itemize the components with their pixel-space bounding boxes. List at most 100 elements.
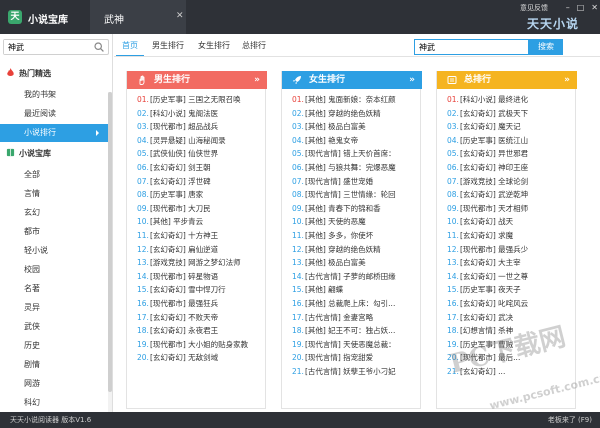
library-item-11[interactable]: 网游 bbox=[0, 375, 108, 393]
ranking-item[interactable]: 19.[现代言情] 天使恶魔总裁： bbox=[292, 338, 420, 352]
ranking-item[interactable]: 01.[其他] 鬼面新娘：奈本红颜 bbox=[292, 93, 420, 107]
ranking-item[interactable]: 16.[现代都市] 最强狂兵 bbox=[137, 297, 265, 311]
ranking-item[interactable]: 08.[现代言情] 三世情缘：轮回 bbox=[292, 188, 420, 202]
book-title: [玄幻奇幻] 十方神王 bbox=[149, 230, 219, 240]
sidebar-item-0[interactable]: 我的书架 bbox=[0, 86, 108, 104]
ranking-item[interactable]: 09.[其他] 青春下的锦和香 bbox=[292, 202, 420, 216]
ranking-item[interactable]: 11.[其他] 多多，你使坏 bbox=[292, 229, 420, 243]
ranking-item[interactable]: 09.[现代都市] 天才相师 bbox=[447, 202, 575, 216]
more-icon[interactable]: » bbox=[409, 71, 415, 89]
ranking-item[interactable]: 10.[玄幻奇幻] 战天 bbox=[447, 215, 575, 229]
book-title: [现代都市] 最强兵少 bbox=[459, 244, 529, 254]
ranking-item[interactable]: 10.[其他] 天使的恶魔 bbox=[292, 215, 420, 229]
ranking-item[interactable]: 11.[玄幻奇幻] 求魔 bbox=[447, 229, 575, 243]
ranking-item[interactable]: 04.[其他] 艳鬼女帝 bbox=[292, 134, 420, 148]
book-title: [其他] 翩蝶 bbox=[304, 285, 344, 295]
ranking-item[interactable]: 09.[现代都市] 大刀民 bbox=[137, 202, 265, 216]
library-item-10[interactable]: 剧情 bbox=[0, 356, 108, 374]
ranking-item[interactable]: 12.[其他] 穿越的绝色妖精 bbox=[292, 243, 420, 257]
library-item-0[interactable]: 全部 bbox=[0, 166, 108, 184]
ranking-item[interactable]: 17.[玄幻奇幻] 不败天帝 bbox=[137, 311, 265, 325]
boss-key-button[interactable]: 老板来了 (F9) bbox=[548, 412, 592, 428]
library-item-9[interactable]: 历史 bbox=[0, 337, 108, 355]
ranking-item[interactable]: 20.[玄幻奇幻] 无敌剑域 bbox=[137, 351, 265, 365]
ranking-item[interactable]: 06.[其他] 与狼共舞：完爆恶魔 bbox=[292, 161, 420, 175]
ranking-item[interactable]: 03.[其他] 极品白富美 bbox=[292, 120, 420, 134]
ranking-item[interactable]: 12.[玄幻奇幻] 扁仙逆道 bbox=[137, 243, 265, 257]
ranking-item[interactable]: 04.[灵异悬疑] 山海秘闻录 bbox=[137, 134, 265, 148]
ranking-item[interactable]: 19.[现代都市] 大小姐的贴身家教 bbox=[137, 338, 265, 352]
ranking-item[interactable]: 08.[玄幻奇幻] 武逆乾坤 bbox=[447, 188, 575, 202]
ranking-item[interactable]: 13.[其他] 极品白富美 bbox=[292, 256, 420, 270]
ranking-item[interactable]: 15.[历史军事] 夜天子 bbox=[447, 283, 575, 297]
hot-group-title: 热门精选 bbox=[6, 68, 51, 79]
ranking-item[interactable]: 17.[古代言情] 金妻宫略 bbox=[292, 311, 420, 325]
close-window-button[interactable]: ✕ bbox=[591, 3, 598, 12]
ranking-item[interactable]: 05.[现代言情] 错上天价首席： bbox=[292, 147, 420, 161]
ranking-item[interactable]: 03.[现代都市] 超品战兵 bbox=[137, 120, 265, 134]
close-tab-icon[interactable]: ✕ bbox=[176, 11, 184, 21]
ranking-item[interactable]: 07.[玄幻奇幻] 浮世碑 bbox=[137, 175, 265, 189]
main-tab-3[interactable]: 总排行 bbox=[242, 40, 266, 51]
book-title: [灵异悬疑] 山海秘闻录 bbox=[149, 135, 226, 145]
ranking-item[interactable]: 13.[玄幻奇幻] 大主宰 bbox=[447, 256, 575, 270]
main-search-input[interactable] bbox=[415, 40, 525, 54]
main-tab-1[interactable]: 男生排行 bbox=[152, 40, 184, 51]
ranking-item[interactable]: 05.[玄幻奇幻] 异世邪君 bbox=[447, 147, 575, 161]
library-item-6[interactable]: 名著 bbox=[0, 280, 108, 298]
ranking-item[interactable]: 06.[玄幻奇幻] 剑王朝 bbox=[137, 161, 265, 175]
sidebar-scrollbar-thumb[interactable] bbox=[108, 92, 112, 392]
search-button[interactable]: 搜索 bbox=[529, 39, 563, 55]
main-tab-2[interactable]: 女生排行 bbox=[198, 40, 230, 51]
ranking-item[interactable]: 18.[其他] 妃王不可：独占妖... bbox=[292, 324, 420, 338]
library-item-2[interactable]: 玄幻 bbox=[0, 204, 108, 222]
ranking-item[interactable]: 01.[历史军事] 三国之无限召唤 bbox=[137, 93, 265, 107]
sidebar-item-2[interactable]: 小说排行 bbox=[0, 124, 108, 142]
more-icon[interactable]: » bbox=[564, 71, 570, 89]
ranking-item[interactable]: 10.[其他] 平步青云 bbox=[137, 215, 265, 229]
ranking-item[interactable]: 02.[玄幻奇幻] 武极天下 bbox=[447, 107, 575, 121]
book-title: [古代言情] 子萝的邮桥田缘 bbox=[304, 271, 396, 281]
library-item-3[interactable]: 都市 bbox=[0, 223, 108, 241]
library-item-5[interactable]: 校园 bbox=[0, 261, 108, 279]
ranking-item[interactable]: 01.[科幻小说] 最终进化 bbox=[447, 93, 575, 107]
ranking-item[interactable]: 12.[现代都市] 最强兵少 bbox=[447, 243, 575, 257]
ranking-item[interactable]: 02.[其他] 穿越的绝色妖精 bbox=[292, 107, 420, 121]
ranking-item[interactable]: 05.[武侠仙侠] 仙侠世界 bbox=[137, 147, 265, 161]
ranking-item[interactable]: 06.[玄幻奇幻] 神印王座 bbox=[447, 161, 575, 175]
library-item-12[interactable]: 科幻 bbox=[0, 394, 108, 412]
search-icon[interactable] bbox=[94, 42, 104, 52]
ranking-item[interactable]: 13.[游戏竞技] 网游之梦幻法师 bbox=[137, 256, 265, 270]
ranking-item[interactable]: 11.[玄幻奇幻] 十方神王 bbox=[137, 229, 265, 243]
ranking-item[interactable]: 20.[现代言情] 指宠甜爱 bbox=[292, 351, 420, 365]
more-icon[interactable]: » bbox=[254, 71, 260, 89]
ranking-item[interactable]: 08.[历史军事] 唐家 bbox=[137, 188, 265, 202]
ranking-item[interactable]: 16.[其他] 总裁爬上床：勾引... bbox=[292, 297, 420, 311]
book-title: [游戏竞技] 全球论剑 bbox=[459, 176, 529, 186]
ranking-item[interactable]: 07.[现代言情] 盛世宠婚 bbox=[292, 175, 420, 189]
library-item-7[interactable]: 灵异 bbox=[0, 299, 108, 317]
library-item-4[interactable]: 轻小说 bbox=[0, 242, 108, 260]
ranking-item[interactable]: 02.[科幻小说] 鬼阁法医 bbox=[137, 107, 265, 121]
ranking-item[interactable]: 14.[古代言情] 子萝的邮桥田缘 bbox=[292, 270, 420, 284]
ranking-item[interactable]: 04.[历史军事] 医统江山 bbox=[447, 134, 575, 148]
sidebar-item-1[interactable]: 最近阅读 bbox=[0, 105, 108, 123]
ranking-item[interactable]: 14.[玄幻奇幻] 一世之尊 bbox=[447, 270, 575, 284]
rank-number: 12. bbox=[447, 244, 459, 254]
ranking-item[interactable]: 16.[玄幻奇幻] 叱咤风云 bbox=[447, 297, 575, 311]
book-tab[interactable]: 武神 ✕ bbox=[90, 0, 186, 34]
ranking-item[interactable]: 14.[现代都市] 碎星物语 bbox=[137, 270, 265, 284]
ranking-item[interactable]: 18.[玄幻奇幻] 永夜君王 bbox=[137, 324, 265, 338]
minimize-button[interactable]: – bbox=[566, 3, 570, 12]
library-item-8[interactable]: 武侠 bbox=[0, 318, 108, 336]
maximize-button[interactable]: □ bbox=[577, 3, 585, 12]
ranking-item[interactable]: 15.[其他] 翩蝶 bbox=[292, 283, 420, 297]
library-item-1[interactable]: 言情 bbox=[0, 185, 108, 203]
ranking-item[interactable]: 03.[玄幻奇幻] 魔天记 bbox=[447, 120, 575, 134]
sidebar-search-input[interactable] bbox=[4, 40, 84, 54]
ranking-item[interactable]: 21.[古代言情] 妖孽王爷小刁妃 bbox=[292, 365, 420, 379]
ranking-item[interactable]: 07.[游戏竞技] 全球论剑 bbox=[447, 175, 575, 189]
main-tab-0[interactable]: 首页 bbox=[116, 40, 144, 57]
sidebar-scrollbar[interactable] bbox=[108, 92, 112, 428]
ranking-item[interactable]: 15.[玄幻奇幻] 雪中悍刀行 bbox=[137, 283, 265, 297]
